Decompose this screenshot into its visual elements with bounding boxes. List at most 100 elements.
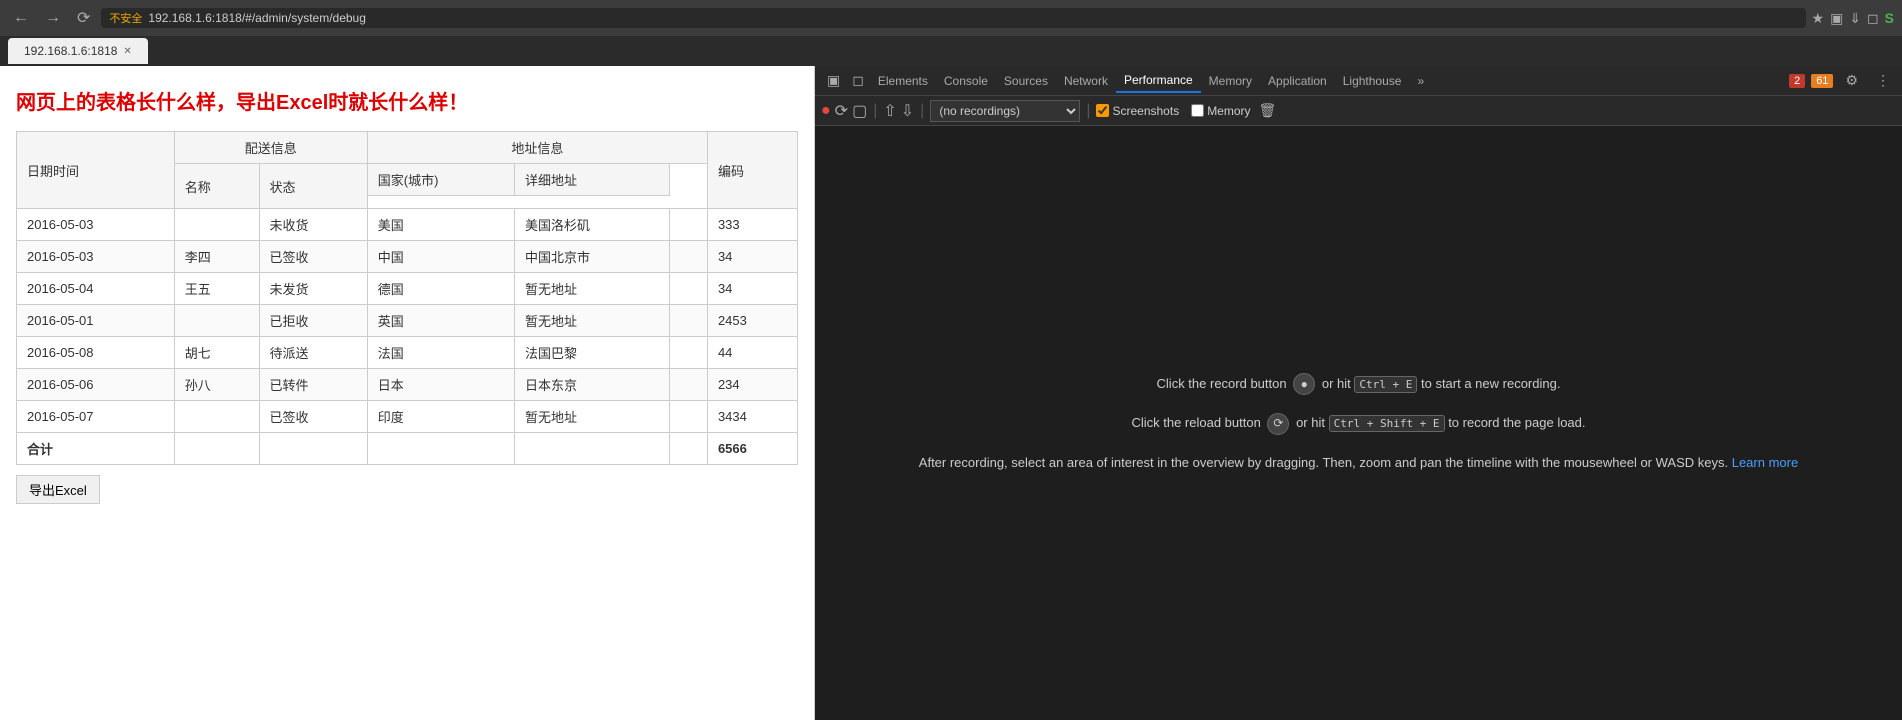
cell-empty <box>670 337 708 369</box>
hint2-pre: Click the reload button <box>1131 415 1260 430</box>
screenshot-label[interactable]: Screenshots <box>1096 104 1179 118</box>
back-button[interactable]: ← <box>8 7 34 29</box>
cell-status: 未收货 <box>259 209 367 241</box>
profile-button[interactable]: S <box>1885 10 1894 27</box>
memory-text: Memory <box>1207 104 1250 118</box>
devtools-responsive-button[interactable]: ◻ <box>846 70 870 91</box>
cell-status: 待派送 <box>259 337 367 369</box>
header-detail: 详细地址 <box>514 164 669 196</box>
address-bar[interactable] <box>148 11 1797 25</box>
devtools-settings-button[interactable]: ⚙ <box>1839 70 1864 91</box>
cell-name: 胡七 <box>174 337 259 369</box>
cell-detail: 法国巴黎 <box>514 337 669 369</box>
total-label: 合计 <box>17 433 175 465</box>
cell-empty <box>670 401 708 433</box>
hint1-mid: or hit <box>1322 376 1355 391</box>
tab-more[interactable]: » <box>1409 70 1432 92</box>
cell-code: 34 <box>707 241 797 273</box>
table-row: 2016-05-03 李四 已签收 中国 中国北京市 34 <box>17 241 798 273</box>
devtools-inspect-button[interactable]: ▣ <box>821 70 846 91</box>
cell-name <box>174 401 259 433</box>
cell-detail: 中国北京市 <box>514 241 669 273</box>
cell-status: 已签收 <box>259 401 367 433</box>
table-row: 2016-05-01 已拒收 英国 暂无地址 2453 <box>17 305 798 337</box>
cell-detail: 日本东京 <box>514 369 669 401</box>
cell-detail: 美国洛杉矶 <box>514 209 669 241</box>
tab-close-button[interactable]: ✕ <box>123 46 131 57</box>
cell-date: 2016-05-04 <box>17 273 175 305</box>
security-warning: 不安全 <box>109 10 142 26</box>
header-code: 编码 <box>707 132 797 209</box>
browser-chrome: ← → ⟳ 不安全 ★ ▣ ⇓ ◻ S <box>0 0 1902 36</box>
hint2-kbd: Ctrl + Shift + E <box>1329 415 1445 432</box>
tab-application[interactable]: Application <box>1260 70 1335 92</box>
downloads-button[interactable]: ⇓ <box>1849 10 1861 27</box>
tab-console[interactable]: Console <box>936 70 996 92</box>
tab-elements[interactable]: Elements <box>870 70 936 92</box>
extensions-button[interactable]: ▣ <box>1830 10 1843 27</box>
forward-button[interactable]: → <box>40 7 66 29</box>
cell-status: 未发货 <box>259 273 367 305</box>
warn-badge: 61 <box>1811 74 1833 88</box>
total-row: 合计 6566 <box>17 433 798 465</box>
cell-date: 2016-05-01 <box>17 305 175 337</box>
cell-code: 3434 <box>707 401 797 433</box>
devices-button[interactable]: ◻ <box>1867 10 1879 27</box>
cell-date: 2016-05-07 <box>17 401 175 433</box>
cell-country: 法国 <box>367 337 514 369</box>
devtools-tabs-bar: ▣ ◻ Elements Console Sources Network Per… <box>815 66 1902 96</box>
cell-date: 2016-05-03 <box>17 209 175 241</box>
tab-performance[interactable]: Performance <box>1116 69 1201 93</box>
cell-detail: 暂无地址 <box>514 401 669 433</box>
table-row: 2016-05-03 未收货 美国 美国洛杉矶 333 <box>17 209 798 241</box>
table-row: 2016-05-07 已签收 印度 暂无地址 3434 <box>17 401 798 433</box>
memory-label[interactable]: Memory <box>1191 104 1250 118</box>
learn-more-link[interactable]: Learn more <box>1732 455 1798 470</box>
header-status: 状态 <box>259 164 367 209</box>
cell-date: 2016-05-08 <box>17 337 175 369</box>
hint1-kbd: Ctrl + E <box>1354 376 1417 393</box>
separator1: | <box>873 102 877 120</box>
memory-checkbox[interactable] <box>1191 104 1204 117</box>
cell-code: 44 <box>707 337 797 369</box>
screenshot-checkbox[interactable] <box>1096 104 1109 117</box>
devtools-hint1: Click the record button ● or hit Ctrl + … <box>1157 372 1561 396</box>
header-delivery: 配送信息 <box>174 132 367 164</box>
header-address: 地址信息 <box>367 132 707 164</box>
hint1-post: to start a new recording. <box>1421 376 1560 391</box>
cell-country: 中国 <box>367 241 514 273</box>
recordings-select[interactable]: (no recordings) <box>930 100 1080 122</box>
tab-sources[interactable]: Sources <box>996 70 1056 92</box>
cell-empty <box>670 273 708 305</box>
devtools-hint2: Click the reload button ⟳ or hit Ctrl + … <box>1131 411 1585 435</box>
tab-lighthouse[interactable]: Lighthouse <box>1335 70 1410 92</box>
cell-status: 已转件 <box>259 369 367 401</box>
cell-date: 2016-05-06 <box>17 369 175 401</box>
bookmark-button[interactable]: ★ <box>1812 10 1825 27</box>
browser-actions: ★ ▣ ⇓ ◻ S <box>1812 10 1895 27</box>
refresh-record-button[interactable]: ⟳ <box>835 101 848 121</box>
reload-inline-icon: ⟳ <box>1267 413 1289 435</box>
hint2-mid: or hit <box>1296 415 1329 430</box>
webpage-panel: 网页上的表格长什么样，导出Excel时就长什么样！ 日期时间 配送信息 地址信息… <box>0 66 815 720</box>
cell-code: 34 <box>707 273 797 305</box>
export-excel-button[interactable]: 导出Excel <box>16 475 100 504</box>
reload-button[interactable]: ⟳ <box>72 6 95 30</box>
cell-country: 美国 <box>367 209 514 241</box>
clear-recordings-button[interactable]: 🗑 <box>1259 102 1277 119</box>
active-tab[interactable]: 192.168.1.6:1818 ✕ <box>8 38 148 64</box>
total-code: 6566 <box>707 433 797 465</box>
tab-memory[interactable]: Memory <box>1201 70 1260 92</box>
devtools-more-button[interactable]: ⋮ <box>1870 70 1896 91</box>
tab-title: 192.168.1.6:1818 <box>24 44 117 58</box>
tab-network[interactable]: Network <box>1056 70 1116 92</box>
devtools-content: Click the record button ● or hit Ctrl + … <box>815 126 1902 720</box>
devtools-panel: ▣ ◻ Elements Console Sources Network Per… <box>815 66 1902 720</box>
record-button[interactable]: ● <box>821 102 831 120</box>
cell-country: 英国 <box>367 305 514 337</box>
upload-button[interactable]: ⇧ <box>883 101 896 121</box>
cell-code: 333 <box>707 209 797 241</box>
download-button[interactable]: ⇩ <box>901 101 914 121</box>
cell-name: 李四 <box>174 241 259 273</box>
stop-button[interactable]: ▢ <box>852 101 867 121</box>
